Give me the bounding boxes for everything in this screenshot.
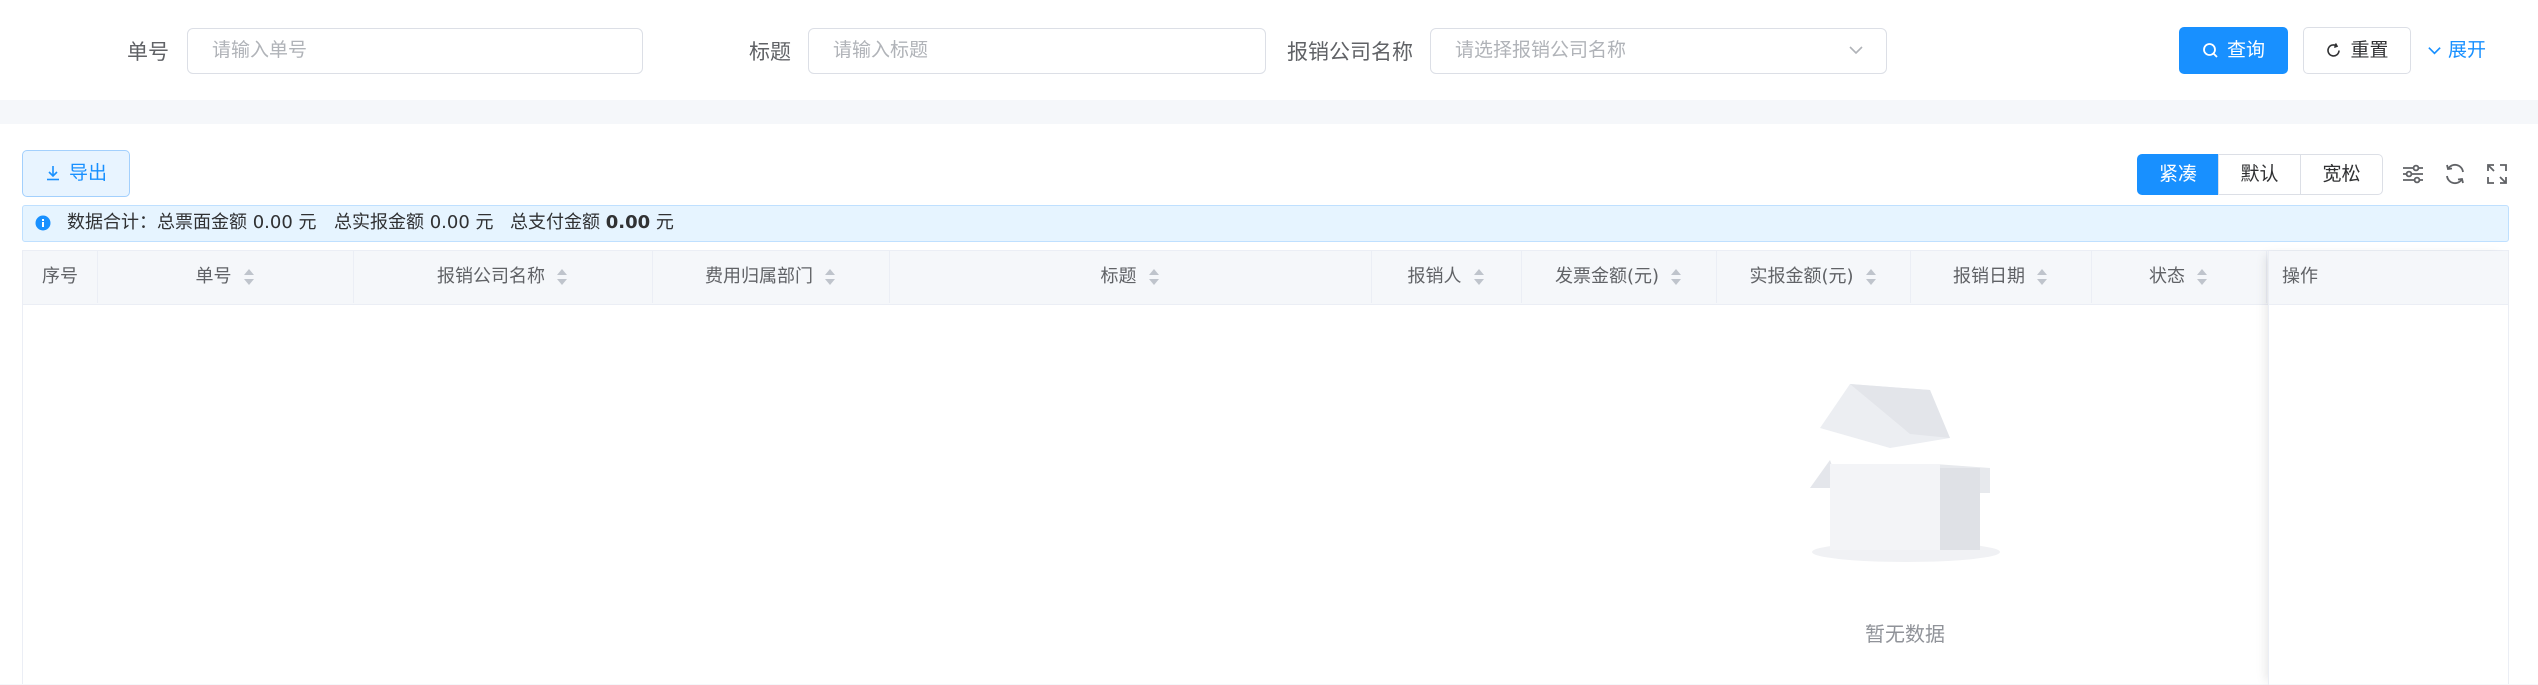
column-header-label: 费用归属部门 — [705, 266, 813, 287]
fixed-actions-column — [2268, 251, 2508, 685]
table-header: 序号 单号 报销公司名称 费用归属部门 标题 报销人 发票金额(元) 实报金额(… — [23, 251, 2508, 305]
sort-icon[interactable] — [1147, 267, 1161, 287]
company-select[interactable]: 请选择报销公司名称 — [1430, 28, 1887, 74]
density-default-button[interactable]: 默认 — [2217, 154, 2302, 195]
sort-icon[interactable] — [1472, 267, 1486, 287]
column-header-label: 报销日期 — [1953, 266, 2025, 287]
download-icon — [46, 166, 59, 181]
sort-icon[interactable] — [1864, 267, 1878, 287]
column-header-label: 序号 — [42, 266, 78, 287]
empty-box-icon — [1810, 384, 2000, 562]
summary-paid-value: 0.00 — [605, 212, 651, 233]
column-header-applicant[interactable]: 报销人 — [1372, 251, 1522, 303]
fullscreen-icon[interactable] — [2485, 162, 2509, 186]
sort-icon[interactable] — [1669, 267, 1683, 287]
density-loose-button[interactable]: 宽松 — [2300, 154, 2383, 195]
query-button[interactable]: 查询 — [2179, 27, 2288, 74]
sort-icon[interactable] — [2195, 267, 2209, 287]
info-icon — [35, 215, 51, 231]
column-header-company[interactable]: 报销公司名称 — [354, 251, 653, 303]
reload-icon[interactable] — [2443, 162, 2467, 186]
summary-paid-unit: 元 — [655, 212, 674, 233]
data-table: 序号 单号 报销公司名称 费用归属部门 标题 报销人 发票金额(元) 实报金额(… — [22, 250, 2509, 685]
column-header-label: 报销人 — [1407, 266, 1462, 287]
column-header-label: 标题 — [1100, 266, 1137, 287]
column-header-status[interactable]: 状态 — [2092, 251, 2267, 303]
expand-link[interactable]: 展开 — [2427, 27, 2486, 74]
content-panel: 导出 紧凑 默认 宽松 数据合计：总票面金额 0.00 元 总实报金额 0.00… — [0, 124, 2538, 685]
order-no-input[interactable]: 请输入单号 — [187, 28, 643, 74]
density-compact-button[interactable]: 紧凑 — [2137, 154, 2219, 195]
column-header-label: 报销公司名称 — [437, 266, 545, 287]
summary-total-actual: 总实报金额 0.00 元 — [334, 212, 494, 233]
column-header-label: 状态 — [2149, 266, 2185, 287]
refresh-icon — [2327, 43, 2341, 57]
chevron-down-icon — [2428, 47, 2441, 55]
column-settings-icon[interactable] — [2401, 162, 2425, 186]
column-header-index: 序号 — [23, 251, 98, 303]
search-icon — [2203, 43, 2218, 58]
column-header-label: 实报金额(元) — [1749, 266, 1854, 287]
summary-total-paid: 总支付金额 0.00 元 — [510, 206, 674, 240]
export-button[interactable]: 导出 — [22, 150, 130, 197]
title-input[interactable]: 请输入标题 — [808, 28, 1266, 74]
summary-total-invoice: 数据合计：总票面金额 0.00 元 — [67, 212, 317, 233]
query-button-label: 查询 — [2226, 39, 2265, 61]
column-header-department[interactable]: 费用归属部门 — [653, 251, 890, 303]
column-header-invoice-amount[interactable]: 发票金额(元) — [1522, 251, 1717, 303]
reset-button-label: 重置 — [2350, 39, 2389, 61]
sort-icon[interactable] — [555, 267, 569, 287]
company-label: 报销公司名称 — [1287, 40, 1413, 64]
summary-paid-label: 总支付金额 — [510, 212, 600, 233]
search-panel: 单号 请输入单号 标题 请输入标题 报销公司名称 请选择报销公司名称 查询 重置… — [0, 0, 2538, 100]
empty-text: 暂无数据 — [1865, 622, 1945, 646]
title-label: 标题 — [749, 40, 791, 64]
reset-button[interactable]: 重置 — [2303, 27, 2411, 74]
sort-icon[interactable] — [242, 267, 256, 287]
column-header-title[interactable]: 标题 — [890, 251, 1372, 303]
column-header-label: 单号 — [195, 266, 232, 287]
company-select-placeholder: 请选择报销公司名称 — [1455, 39, 1627, 61]
export-button-label: 导出 — [68, 162, 107, 184]
chevron-down-icon — [1849, 46, 1863, 55]
column-header-order-no[interactable]: 单号 — [98, 251, 354, 303]
density-toggle: 紧凑 默认 宽松 — [2137, 154, 2383, 195]
column-header-actual-amount[interactable]: 实报金额(元) — [1717, 251, 1911, 303]
sort-icon[interactable] — [2035, 267, 2049, 287]
column-header-label: 发票金额(元) — [1554, 266, 1660, 287]
sort-icon[interactable] — [823, 267, 837, 287]
order-no-label: 单号 — [127, 40, 169, 64]
expand-link-label: 展开 — [2448, 39, 2487, 61]
column-header-date[interactable]: 报销日期 — [1911, 251, 2092, 303]
summary-bar: 数据合计：总票面金额 0.00 元 总实报金额 0.00 元 总支付金额 0.0… — [22, 205, 2509, 242]
